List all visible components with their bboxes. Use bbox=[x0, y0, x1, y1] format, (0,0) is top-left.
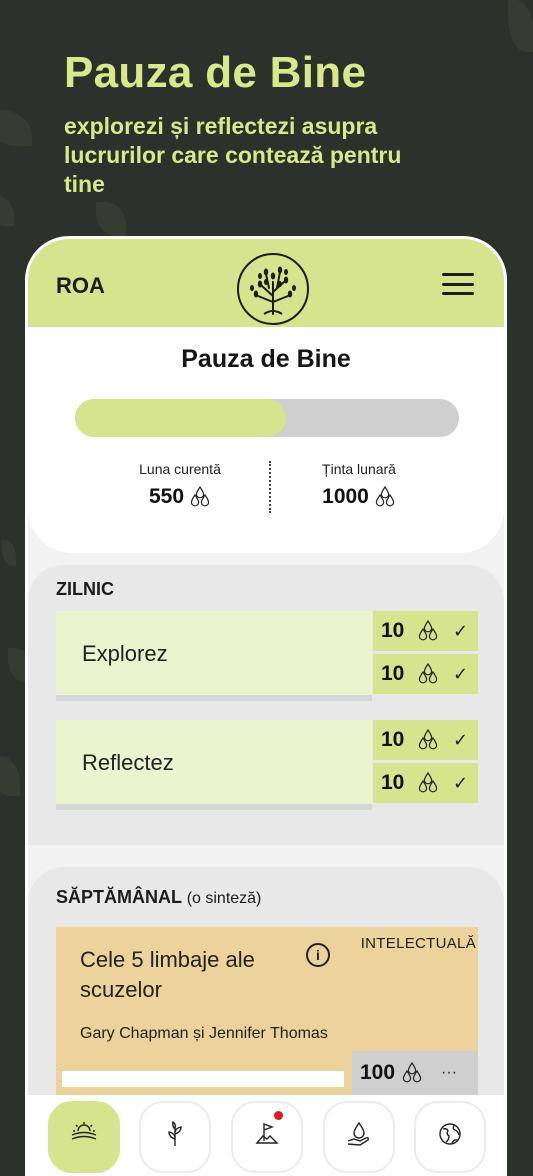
sunrise-landscape-icon bbox=[71, 1122, 97, 1140]
background-leaf bbox=[2, 540, 16, 566]
reward-chip[interactable]: 10 ✓ bbox=[373, 654, 478, 694]
bottom-tab-bar bbox=[28, 1095, 504, 1173]
progress-fill bbox=[75, 399, 287, 437]
weekly-title: SĂPTĂMÂNAL bbox=[56, 887, 182, 907]
info-icon[interactable]: i bbox=[306, 943, 330, 967]
notification-badge bbox=[274, 1111, 283, 1120]
daily-section-title: ZILNIC bbox=[56, 579, 114, 599]
current-month-stat: Luna curentă 550 bbox=[100, 461, 260, 509]
drops-icon bbox=[418, 620, 438, 641]
monthly-target-value: 1000 bbox=[322, 485, 369, 508]
current-month-label: Luna curentă bbox=[139, 461, 221, 477]
summit-flag-icon bbox=[255, 1122, 279, 1144]
monthly-summary: Pauza de Bine Luna curentă 550 Ținta lun… bbox=[28, 327, 504, 553]
card-body: Reflectez bbox=[56, 720, 372, 804]
sprout-icon bbox=[168, 1121, 182, 1146]
reward-value: 10 bbox=[381, 662, 405, 685]
hamburger-menu-icon[interactable] bbox=[442, 273, 474, 295]
book-author: Gary Chapman și Jennifer Thomas bbox=[80, 1025, 328, 1042]
drops-icon bbox=[375, 486, 395, 507]
background-leaf bbox=[96, 202, 126, 236]
drops-icon bbox=[190, 486, 210, 507]
reward-chip[interactable]: 10 ✓ bbox=[373, 611, 478, 651]
globe-icon bbox=[439, 1123, 461, 1145]
background-leaf bbox=[0, 756, 20, 796]
tab-sunrise[interactable] bbox=[48, 1101, 120, 1173]
page-title: Pauza de Bine bbox=[181, 345, 351, 373]
drops-icon bbox=[418, 729, 438, 750]
reward-value: 10 bbox=[381, 728, 405, 751]
background-leaf bbox=[508, 0, 533, 52]
tree-logo-icon bbox=[237, 253, 309, 325]
card-label: Explorez bbox=[82, 641, 168, 666]
phone-frame: ROA Pauza de Bine Luna curentă 550 Ținta… bbox=[25, 236, 507, 1176]
drops-icon bbox=[402, 1062, 422, 1083]
book-progress-bar bbox=[62, 1071, 344, 1087]
card-label: Reflectez bbox=[82, 750, 174, 775]
background-leaf bbox=[0, 196, 14, 226]
tab-growth[interactable] bbox=[139, 1101, 211, 1173]
tab-goals[interactable] bbox=[231, 1101, 303, 1173]
tab-world[interactable] bbox=[414, 1101, 486, 1173]
check-icon: ✓ bbox=[453, 729, 469, 750]
check-icon: ✓ bbox=[453, 772, 469, 793]
reward-value: 100 bbox=[360, 1061, 396, 1084]
reward-value: 10 bbox=[381, 771, 405, 794]
daily-card-reflectez[interactable]: Reflectez 10 ✓ 10 ✓ bbox=[56, 720, 478, 810]
hero-subtitle: explorezi și reflectezi asupra lucrurilo… bbox=[64, 113, 402, 197]
current-month-value: 550 bbox=[148, 485, 185, 508]
daily-card-explorez[interactable]: Explorez 10 ✓ 10 ✓ bbox=[56, 611, 478, 701]
book-title: Cele 5 limbaje ale scuzelor bbox=[80, 947, 255, 1002]
book-reward-chip[interactable]: 100 ··· bbox=[352, 1051, 478, 1095]
monthly-target-stat: Ținta lunară 1000 bbox=[279, 461, 439, 509]
card-shadow bbox=[56, 695, 372, 701]
reward-value: 10 bbox=[381, 619, 405, 642]
tab-care[interactable] bbox=[323, 1101, 395, 1173]
check-icon: ✓ bbox=[453, 663, 469, 684]
weekly-subtitle: (o sinteză) bbox=[186, 890, 262, 907]
reward-chip[interactable]: 10 ✓ bbox=[373, 720, 478, 760]
weekly-section-title: SĂPTĂMÂNAL (o sinteză) bbox=[56, 887, 261, 908]
drops-icon bbox=[418, 663, 438, 684]
brand-label: ROA bbox=[56, 273, 105, 298]
background-leaf bbox=[0, 110, 32, 146]
card-body: Explorez bbox=[56, 611, 372, 695]
reward-chip[interactable]: 10 ✓ bbox=[373, 763, 478, 803]
check-icon: ✓ bbox=[453, 620, 469, 641]
more-options-icon[interactable]: ··· bbox=[441, 1064, 457, 1082]
hero-title: Pauza de Bine bbox=[64, 48, 367, 97]
drops-icon bbox=[418, 772, 438, 793]
card-shadow bbox=[56, 804, 372, 810]
book-category: INTELECTUALĂ bbox=[360, 935, 476, 952]
stat-divider bbox=[269, 461, 271, 513]
monthly-target-label: Ținta lunară bbox=[322, 461, 396, 477]
daily-section: ZILNIC Explorez 10 ✓ 10 ✓ Reflectez 10 ✓… bbox=[28, 565, 504, 845]
hand-drop-icon bbox=[347, 1121, 369, 1146]
monthly-progress-bar bbox=[75, 399, 459, 437]
